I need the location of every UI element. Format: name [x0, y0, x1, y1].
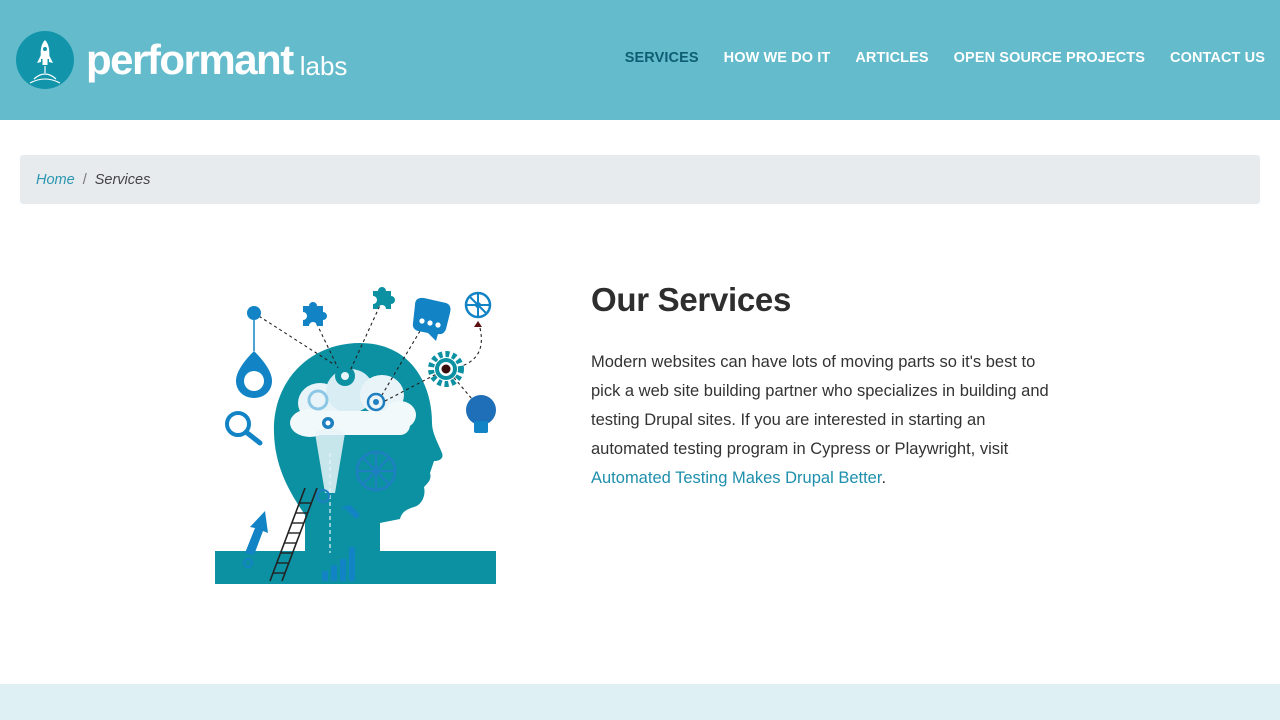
logo-suffix: labs	[299, 51, 348, 81]
breadcrumb: Home / Services	[20, 155, 1260, 204]
nav-item-contact-us[interactable]: CONTACT US	[1170, 50, 1265, 66]
nav-item-services[interactable]: SERVICES	[625, 50, 699, 66]
services-section: Our Services Modern websites can have lo…	[591, 281, 1061, 493]
page-title: Our Services	[591, 281, 792, 318]
services-description-text: Modern websites can have lots of moving …	[591, 353, 1049, 459]
automated-testing-link[interactable]: Automated Testing Makes Drupal Better	[591, 469, 881, 487]
nav-item-how-we-do-it[interactable]: HOW WE DO IT	[724, 50, 831, 66]
nav-item-open-source-projects[interactable]: OPEN SOURCE PROJECTS	[954, 50, 1145, 66]
main-nav: SERVICES HOW WE DO IT ARTICLES OPEN SOUR…	[600, 50, 1265, 66]
footer-band	[0, 684, 1280, 720]
nav-item-articles[interactable]: ARTICLES	[855, 50, 928, 66]
breadcrumb-separator: /	[82, 171, 87, 188]
services-description: Modern websites can have lots of moving …	[591, 348, 1061, 493]
logo-wordmark: performant	[86, 36, 294, 83]
head-ideas-illustration	[210, 283, 502, 585]
site-header: performant labs SERVICES HOW WE DO IT AR…	[0, 0, 1280, 120]
breadcrumb-current: Services	[94, 171, 151, 188]
description-period: .	[881, 469, 887, 488]
breadcrumb-home-link[interactable]: Home	[36, 172, 75, 188]
site-logo[interactable]: performant labs	[16, 30, 347, 90]
rocket-icon	[16, 31, 74, 89]
